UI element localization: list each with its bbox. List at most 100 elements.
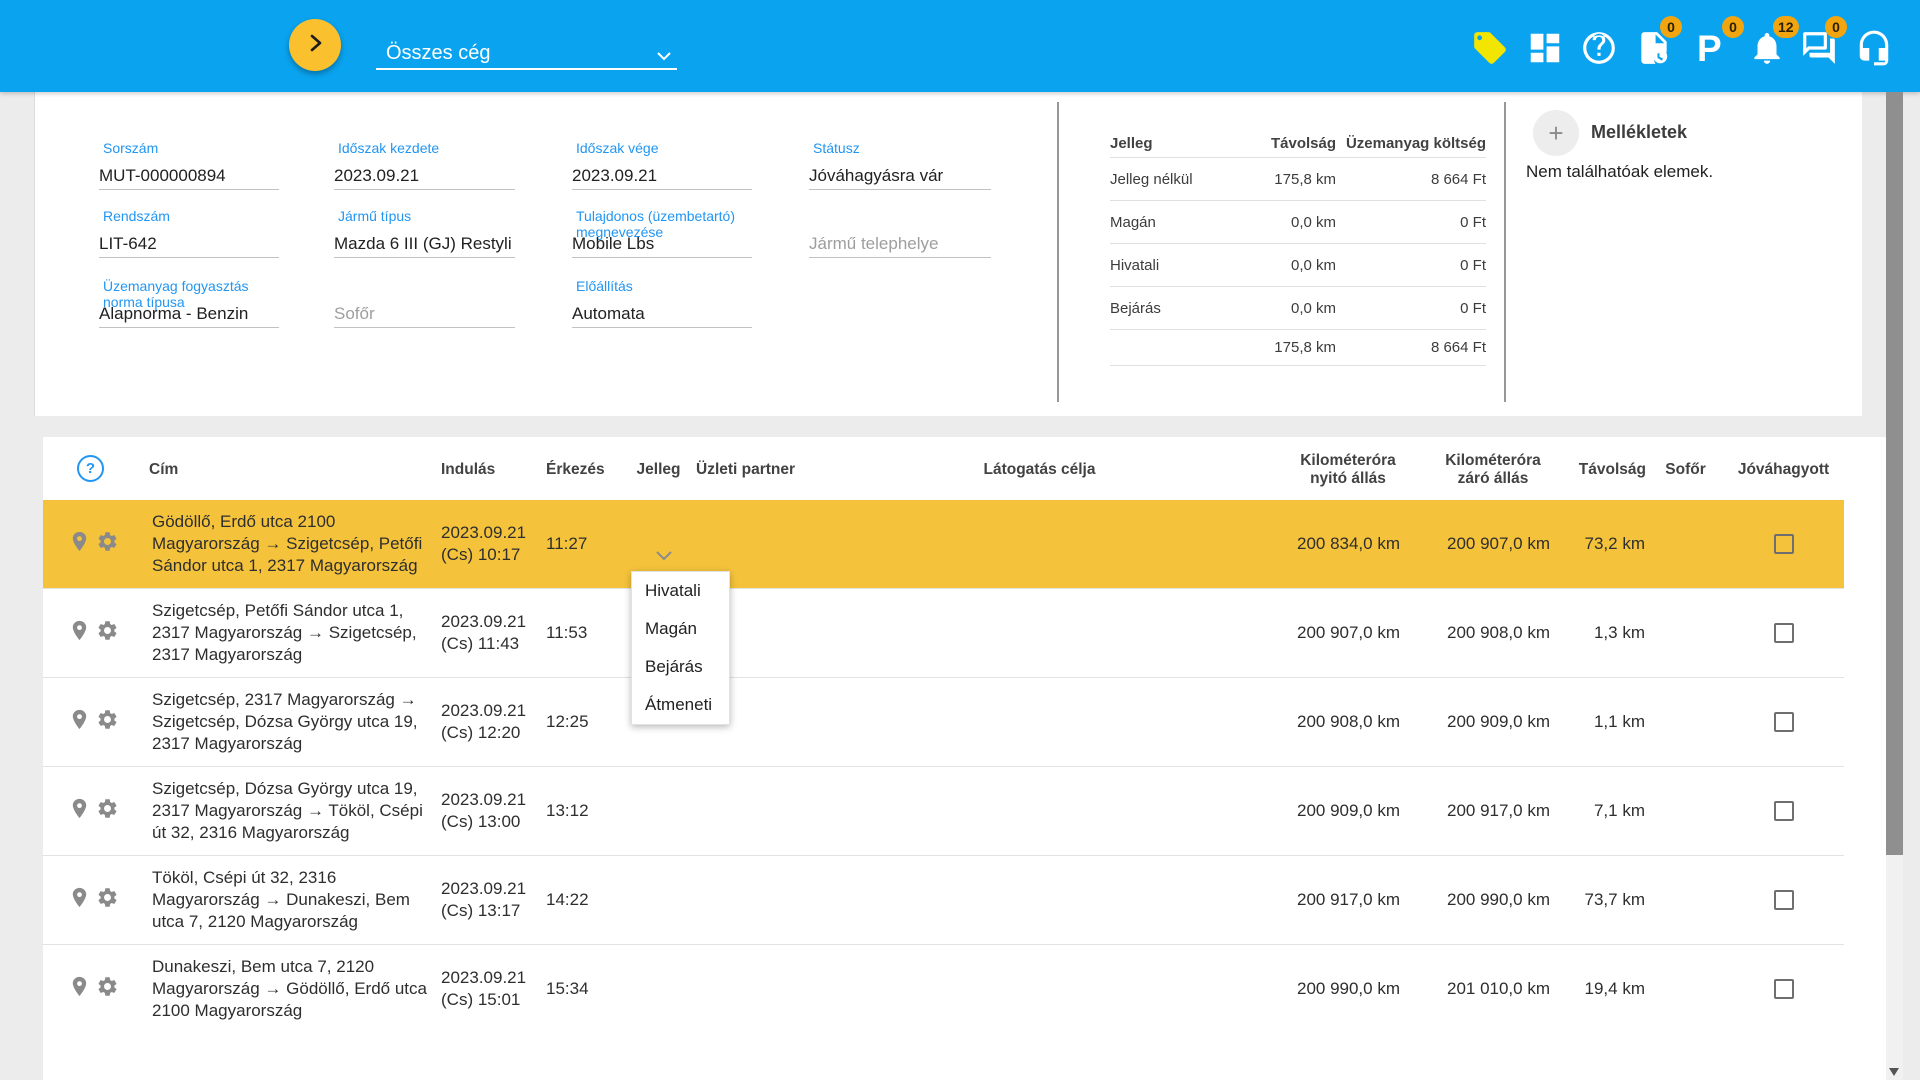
- trip-row[interactable]: Szigetcsép, 2317 Magyarország → Szigetcs…: [43, 677, 1844, 766]
- col-jelleg: Jelleg: [621, 459, 696, 479]
- summary-row-cost: 0 Ft: [1336, 257, 1486, 274]
- trip-departure-time: (Cs) 15:01: [441, 989, 546, 1011]
- table-help-icon[interactable]: ?: [77, 455, 104, 482]
- gear-icon[interactable]: [96, 886, 119, 914]
- trip-address: Szigetcsép, 2317 Magyarország → Szigetcs…: [143, 678, 441, 766]
- parking-badge: 0: [1722, 16, 1744, 38]
- expand-sidebar-button[interactable]: [289, 19, 341, 71]
- chevron-right-icon: [303, 31, 327, 60]
- gear-icon[interactable]: [96, 797, 119, 825]
- sofor-field[interactable]: Sofőr: [334, 278, 515, 328]
- col-km-nyito: Kilométeróra nyitó állás: [1253, 450, 1403, 488]
- col-km-zaro: Kilométeróra záró állás: [1403, 450, 1553, 488]
- location-pin-icon[interactable]: [68, 530, 91, 558]
- trip-distance: 19,4 km: [1553, 979, 1648, 999]
- gear-icon[interactable]: [96, 708, 119, 736]
- report-refresh-icon[interactable]: 0: [1635, 29, 1675, 69]
- trip-address: Gödöllő, Erdő utca 2100 Magyarország → S…: [143, 500, 441, 588]
- trip-row[interactable]: Dunakeszi, Bem utca 7, 2120 Magyarország…: [43, 944, 1844, 1033]
- col-erkezes: Érkezés: [546, 459, 621, 479]
- help-icon[interactable]: [1580, 29, 1620, 69]
- tag-icon[interactable]: [1471, 29, 1511, 69]
- gear-icon[interactable]: [96, 619, 119, 647]
- trip-distance: 7,1 km: [1553, 801, 1648, 821]
- company-select-value: Összes cég: [386, 42, 490, 65]
- approve-checkbox[interactable]: [1774, 890, 1794, 910]
- tulajdonos-field[interactable]: Tulajdonos (üzembetartó) megnevezése Mob…: [572, 208, 752, 258]
- trip-departure-date: 2023.09.21: [441, 789, 546, 811]
- add-attachment-button[interactable]: +: [1533, 110, 1579, 156]
- report-badge: 0: [1660, 16, 1682, 38]
- trip-odo-start: 200 907,0 km: [1253, 623, 1403, 643]
- trip-odo-end: 200 907,0 km: [1403, 534, 1553, 554]
- statusz-label: Státusz: [813, 140, 860, 156]
- gear-icon[interactable]: [96, 975, 119, 1003]
- summary-row-distance: 0,0 km: [1228, 214, 1336, 231]
- vertical-scrollbar[interactable]: [1886, 92, 1903, 1080]
- jarmu-telephelye-placeholder: Jármű telephelye: [809, 234, 938, 254]
- trip-row[interactable]: Szigetcsép, Petőfi Sándor utca 1, 2317 M…: [43, 588, 1844, 677]
- trip-arrival: 15:34: [546, 979, 621, 999]
- idoszak-vege-field[interactable]: Időszak vége 2023.09.21: [572, 140, 752, 190]
- summary-body: Jelleg nélkül 175,8 km 8 664 Ft Magán 0,…: [1110, 157, 1486, 329]
- summary-row-distance: 0,0 km: [1228, 300, 1336, 317]
- summary-row-cost: 0 Ft: [1336, 214, 1486, 231]
- trip-row[interactable]: Szigetcsép, Dózsa György utca 19, 2317 M…: [43, 766, 1844, 855]
- dashboard-icon[interactable]: [1526, 29, 1566, 69]
- company-select[interactable]: Összes cég: [376, 36, 677, 70]
- sofor-placeholder: Sofőr: [334, 304, 375, 324]
- jarmu-telephelye-field[interactable]: Jármű telephelye: [809, 208, 991, 258]
- location-pin-icon[interactable]: [68, 797, 91, 825]
- summary-total-distance: 175,8 km: [1228, 339, 1336, 356]
- support-headset-icon[interactable]: [1855, 29, 1895, 69]
- trip-departure-time: (Cs) 12:20: [441, 722, 546, 744]
- rendszam-field[interactable]: Rendszám LIT-642: [99, 208, 279, 258]
- col-sofor: Sofőr: [1648, 459, 1723, 479]
- tulajdonos-value: Mobile Lbs: [572, 234, 654, 254]
- dropdown-option[interactable]: Magán: [632, 610, 729, 648]
- col-jovahagyott: Jóváhagyott: [1723, 459, 1844, 479]
- dropdown-option[interactable]: Hivatali: [632, 572, 729, 610]
- dropdown-option[interactable]: Átmeneti: [632, 686, 729, 724]
- trip-departure-time: (Cs) 13:00: [441, 811, 546, 833]
- location-pin-icon[interactable]: [68, 708, 91, 736]
- trip-departure-time: (Cs) 10:17: [441, 544, 546, 566]
- summary-row: Hivatali 0,0 km 0 Ft: [1110, 243, 1486, 286]
- parking-icon[interactable]: P 0: [1697, 29, 1737, 69]
- eloallitas-field[interactable]: Előállítás Automata: [572, 278, 752, 328]
- statusz-field[interactable]: Státusz Jóváhagyásra vár: [809, 140, 991, 190]
- jarmu-tipus-field[interactable]: Jármű típus Mazda 6 III (GJ) Restyli: [334, 208, 515, 258]
- uzemanyag-field[interactable]: Üzemanyag fogyasztás norma típusa Alapno…: [99, 278, 279, 328]
- sorszam-field[interactable]: Sorszám MUT-000000894: [99, 140, 279, 190]
- location-pin-icon[interactable]: [68, 975, 91, 1003]
- attachments-title: Mellékletek: [1591, 122, 1687, 143]
- summary-row: Bejárás 0,0 km 0 Ft: [1110, 286, 1486, 329]
- dropdown-option[interactable]: Bejárás: [632, 648, 729, 686]
- idoszak-kezdete-field[interactable]: Időszak kezdete 2023.09.21: [334, 140, 515, 190]
- approve-checkbox[interactable]: [1774, 712, 1794, 732]
- trip-odo-end: 200 909,0 km: [1403, 712, 1553, 732]
- summary-total-cost: 8 664 Ft: [1336, 339, 1486, 356]
- top-app-bar: Összes cég 0 P 0 12 0: [0, 0, 1920, 92]
- trip-distance: 73,7 km: [1553, 890, 1648, 910]
- approve-checkbox[interactable]: [1774, 979, 1794, 999]
- approve-checkbox[interactable]: [1774, 801, 1794, 821]
- sorszam-value: MUT-000000894: [99, 166, 226, 186]
- notifications-bell-icon[interactable]: 12: [1748, 29, 1788, 69]
- trip-type-chevron-down-icon[interactable]: [651, 546, 677, 566]
- summary-total-row: 175,8 km 8 664 Ft: [1110, 329, 1486, 366]
- approve-checkbox[interactable]: [1774, 623, 1794, 643]
- trip-row[interactable]: Gödöllő, Erdő utca 2100 Magyarország → S…: [43, 500, 1844, 588]
- trip-odo-start: 200 917,0 km: [1253, 890, 1403, 910]
- summary-col-tavolsag: Távolság: [1228, 135, 1336, 152]
- scrollbar-thumb[interactable]: [1886, 92, 1903, 855]
- trip-odo-start: 200 990,0 km: [1253, 979, 1403, 999]
- location-pin-icon[interactable]: [68, 619, 91, 647]
- location-pin-icon[interactable]: [68, 886, 91, 914]
- gear-icon[interactable]: [96, 530, 119, 558]
- messages-icon[interactable]: 0: [1800, 29, 1840, 69]
- trip-row[interactable]: Tököl, Csépi út 32, 2316 Magyarország → …: [43, 855, 1844, 944]
- summary-col-koltseg: Üzemanyag költség: [1336, 135, 1486, 152]
- approve-checkbox[interactable]: [1774, 534, 1794, 554]
- scrollbar-down-arrow[interactable]: [1889, 1068, 1899, 1076]
